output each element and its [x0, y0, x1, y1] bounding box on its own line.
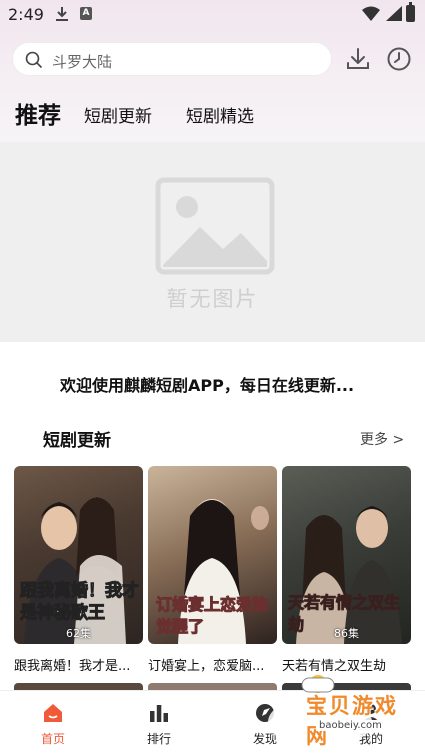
search-placeholder: 斗罗大陆: [52, 53, 113, 71]
status-time: 2:49: [8, 5, 44, 24]
drama-poster[interactable]: 跟我离婚！我才是神秘歌王 62集: [14, 466, 143, 644]
banner-placeholder[interactable]: 暂无图片: [0, 142, 425, 342]
drama-poster[interactable]: 订婚宴上恋爱脑觉醒了: [148, 466, 277, 644]
placeholder-text: 暂无图片: [166, 287, 259, 311]
poster-title: 订婚宴上恋爱脑觉醒了: [156, 595, 269, 637]
image-placeholder-icon: [155, 177, 275, 275]
signal-icon: [386, 6, 402, 21]
drama-poster[interactable]: 天若有情之双生劫 86集: [282, 466, 411, 644]
announcement-text[interactable]: 欢迎使用麒麟短剧APP，每日在线更新...: [60, 372, 354, 396]
search-icon: [25, 51, 43, 69]
ranking-icon: [150, 705, 168, 722]
wifi-icon: [362, 6, 380, 21]
tab-drama-updates[interactable]: 短剧更新: [84, 102, 152, 127]
nav-ranking-label: 排行: [146, 732, 171, 746]
search-bar[interactable]: 斗罗大陆: [12, 42, 332, 76]
drama-card[interactable]: 跟我离婚！我才是神秘歌王 62集 跟我离婚！我才是...: [14, 466, 143, 674]
tab-recommend[interactable]: 推荐: [15, 96, 61, 130]
poster-title: 跟我离婚！我才是神秘歌王: [20, 581, 140, 624]
nav-ranking[interactable]: 排行: [119, 701, 199, 747]
more-link[interactable]: 更多 >: [360, 429, 404, 449]
nav-home-label: 首页: [40, 732, 65, 746]
app-notification-icon: A: [80, 7, 92, 20]
status-bar: 2:49 A: [0, 0, 425, 30]
drama-title: 跟我离婚！我才是...: [14, 659, 131, 674]
watermark: 宝贝游戏网 baobeiy.com: [258, 672, 418, 750]
episode-count: 62集: [66, 627, 91, 640]
battery-icon: [406, 2, 415, 22]
download-notification-icon: [56, 7, 68, 21]
drama-card[interactable]: 订婚宴上恋爱脑觉醒了 订婚宴上，恋爱脑...: [148, 466, 277, 674]
history-clock-icon[interactable]: [386, 46, 412, 72]
download-icon[interactable]: [345, 46, 371, 72]
home-icon: [44, 704, 62, 722]
section-title: 短剧更新: [43, 431, 111, 451]
episode-count: 86集: [334, 627, 359, 640]
watermark-url: baobeiy.com: [316, 720, 385, 731]
nav-home[interactable]: 首页: [13, 701, 93, 747]
drama-card[interactable]: 天若有情之双生劫 86集 天若有情之双生劫: [282, 466, 411, 674]
tab-drama-picks[interactable]: 短剧精选: [186, 102, 254, 127]
